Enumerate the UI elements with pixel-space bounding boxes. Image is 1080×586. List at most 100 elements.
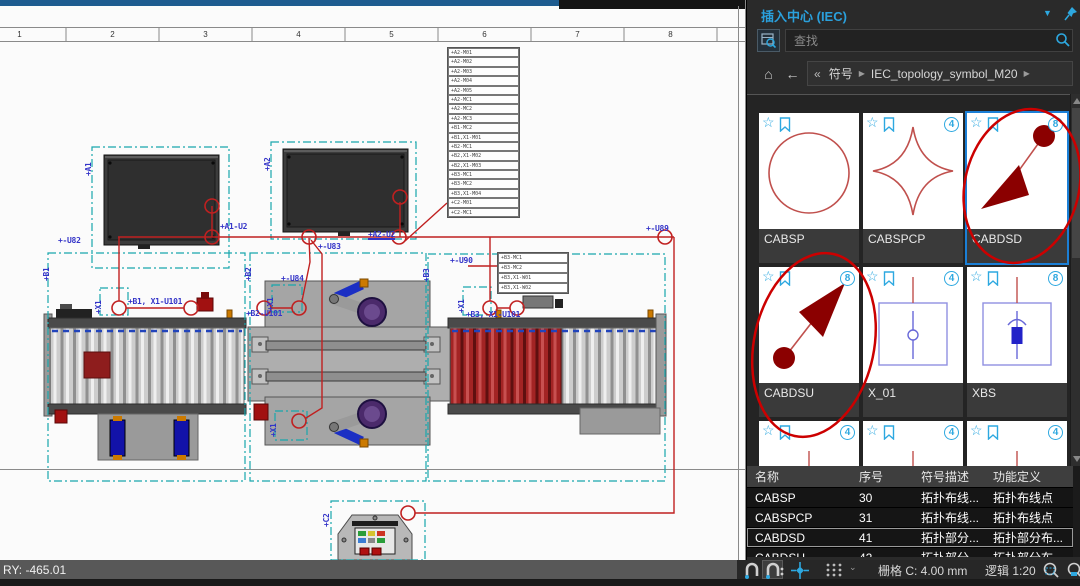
- scrollbar-thumb[interactable]: [1072, 108, 1080, 258]
- bookmark-icon[interactable]: [987, 425, 999, 440]
- legend-row: +B3-MC1: [448, 170, 519, 180]
- application-window: 1 2 3 4 5 6 7 8 +A2-M01 +A2-M02 +A2-M03 …: [0, 0, 1080, 586]
- symbol-tile-cabdsd[interactable]: ☆ 8 CABDSD: [965, 111, 1069, 265]
- breadcrumb-root[interactable]: 符号: [829, 65, 853, 82]
- tile-label: CABSPCP: [863, 229, 963, 263]
- wire-row: +B3-MC1: [498, 253, 568, 263]
- tag-u82: +-U82: [58, 236, 81, 245]
- tracking-crosshair-icon[interactable]: [790, 561, 810, 580]
- table-row[interactable]: CABDSU 42 拓扑部分... 拓扑部分布...: [747, 548, 1073, 557]
- star-icon[interactable]: ☆: [762, 268, 775, 285]
- zoom-extents-icon[interactable]: [1066, 561, 1080, 580]
- legend-row: +A2-MC3: [448, 113, 519, 124]
- bookmark-icon[interactable]: [883, 271, 895, 286]
- bookmark-icon[interactable]: [987, 271, 999, 286]
- symbol-tile-xbs[interactable]: ☆ 8 XBS: [967, 267, 1067, 417]
- breadcrumb[interactable]: « 符号 ▶ IEC_topology_symbol_M20 ▶: [807, 61, 1073, 86]
- tag-b3: +B3: [422, 268, 431, 282]
- bookmark-icon[interactable]: [883, 117, 895, 132]
- bookmark-icon[interactable]: [779, 425, 791, 440]
- symbol-table: 名称 序号 符号描述 功能定义 CABSP 30 拓扑布线... 拓扑布线点 C…: [747, 466, 1080, 557]
- chevron-right-icon: ▶: [1023, 69, 1030, 78]
- variant-count-badge: 4: [944, 117, 959, 132]
- star-icon[interactable]: ☆: [866, 422, 879, 439]
- tile-label: X_01: [863, 383, 963, 417]
- symbol-tile-cabsp[interactable]: ☆ CABSP: [759, 113, 859, 263]
- table-row[interactable]: CABSPCP 31 拓扑布线... 拓扑布线点: [747, 508, 1073, 528]
- bookmark-icon[interactable]: [883, 425, 895, 440]
- grid-display-icon[interactable]: [825, 561, 843, 579]
- cell-number: 41: [859, 530, 873, 545]
- legend-row: +B1-MC2: [448, 123, 519, 133]
- search-input[interactable]: [786, 30, 1072, 51]
- back-button[interactable]: ←: [781, 62, 804, 85]
- star-icon[interactable]: ☆: [866, 114, 879, 131]
- col-header-function-def[interactable]: 功能定义: [985, 468, 1069, 485]
- tile-label: CABDSU: [759, 383, 859, 417]
- star-icon[interactable]: ☆: [866, 268, 879, 285]
- tag-b3x1: +B3, X1-U101: [466, 310, 521, 319]
- pin-icon[interactable]: [1063, 5, 1079, 23]
- tag-x1: +X1: [457, 299, 466, 313]
- legend-row: +C2-M01: [448, 198, 519, 208]
- symbol-tile[interactable]: ☆ 4: [759, 421, 859, 466]
- conveyor-left: [43, 292, 247, 461]
- scale-label[interactable]: 逻辑 1:20: [985, 562, 1036, 579]
- col-header-symbol-desc[interactable]: 符号描述: [913, 468, 985, 485]
- scroll-down-icon[interactable]: [1073, 456, 1080, 462]
- grid-spacing-label[interactable]: 栅格 C: 4.00 mm: [878, 562, 967, 579]
- tag-u83: +-U83: [318, 242, 341, 251]
- cell-number: 31: [859, 510, 873, 525]
- chevron-down-icon[interactable]: ▼: [1043, 8, 1052, 18]
- coordinate-text: RY: -465.01: [3, 562, 67, 577]
- bookmark-icon[interactable]: [987, 117, 999, 132]
- chevron-right-icon: ▶: [858, 69, 865, 78]
- object-snap-icon[interactable]: [742, 561, 762, 579]
- panel-a1: [103, 154, 220, 249]
- home-button[interactable]: ⌂: [757, 62, 780, 85]
- table-row-selected[interactable]: CABDSD 41 拓扑部分... 拓扑部分布...: [747, 528, 1073, 548]
- tag-b2: +B2: [244, 267, 253, 281]
- table-row[interactable]: CABSP 30 拓扑布线... 拓扑布线点: [747, 488, 1073, 508]
- star-icon[interactable]: ☆: [970, 268, 983, 285]
- variant-count-badge: 8: [1048, 117, 1063, 132]
- tag-a1u2: +A1-U2: [220, 222, 248, 231]
- breadcrumb-current[interactable]: IEC_topology_symbol_M20: [871, 67, 1018, 81]
- variant-count-badge: 4: [1048, 425, 1063, 440]
- col-header-number[interactable]: 序号: [851, 468, 913, 485]
- drawing-canvas[interactable]: 1 2 3 4 5 6 7 8 +A2-M01 +A2-M02 +A2-M03 …: [0, 0, 746, 560]
- table-search-icon: [761, 33, 776, 48]
- symbol-tile[interactable]: ☆ 4: [863, 421, 963, 466]
- panel-a2: [282, 148, 409, 236]
- tag-u84: +-U84: [281, 274, 304, 283]
- search-field[interactable]: [785, 29, 1073, 52]
- search-icon[interactable]: [1055, 32, 1071, 48]
- symbol-tile-cabspcp[interactable]: ☆ 4 CABSPCP: [863, 113, 963, 263]
- scroll-up-icon[interactable]: [1073, 98, 1080, 104]
- object-snap-tracking-icon[interactable]: [764, 561, 786, 579]
- star-icon[interactable]: ☆: [970, 114, 983, 131]
- coordinate-readout: RY: -465.01: [0, 560, 737, 579]
- scrollbar[interactable]: [1070, 94, 1080, 466]
- legend-row: +A2-M03: [448, 66, 519, 77]
- symbol-tile[interactable]: ☆ 4: [967, 421, 1067, 466]
- symbol-tile-cabdsu[interactable]: ☆ 8 CABDSU: [759, 267, 859, 417]
- star-icon[interactable]: ☆: [762, 422, 775, 439]
- chevron-down-icon[interactable]: ⌄: [849, 562, 857, 573]
- tile-label: CABSP: [759, 229, 859, 263]
- zoom-window-icon[interactable]: [1042, 561, 1060, 580]
- breadcrumb-collapse-icon[interactable]: «: [814, 67, 821, 81]
- star-icon[interactable]: ☆: [762, 114, 775, 131]
- legend-row: +A2-M04: [448, 76, 519, 86]
- wire-row: +B3,X1-W01: [498, 273, 568, 283]
- cell-number: 30: [859, 490, 873, 505]
- col-header-name[interactable]: 名称: [747, 468, 851, 485]
- bookmark-icon[interactable]: [779, 271, 791, 286]
- legend-row: +A2-MC2: [448, 104, 519, 114]
- bookmark-icon[interactable]: [779, 117, 791, 132]
- search-filter-button[interactable]: [757, 29, 780, 52]
- star-icon[interactable]: ☆: [970, 422, 983, 439]
- symbol-tile-x01[interactable]: ☆ 4 X_01: [863, 267, 963, 417]
- cell-symbol-desc: 拓扑布线...: [921, 511, 980, 525]
- cell-name: CABDSD: [755, 530, 806, 545]
